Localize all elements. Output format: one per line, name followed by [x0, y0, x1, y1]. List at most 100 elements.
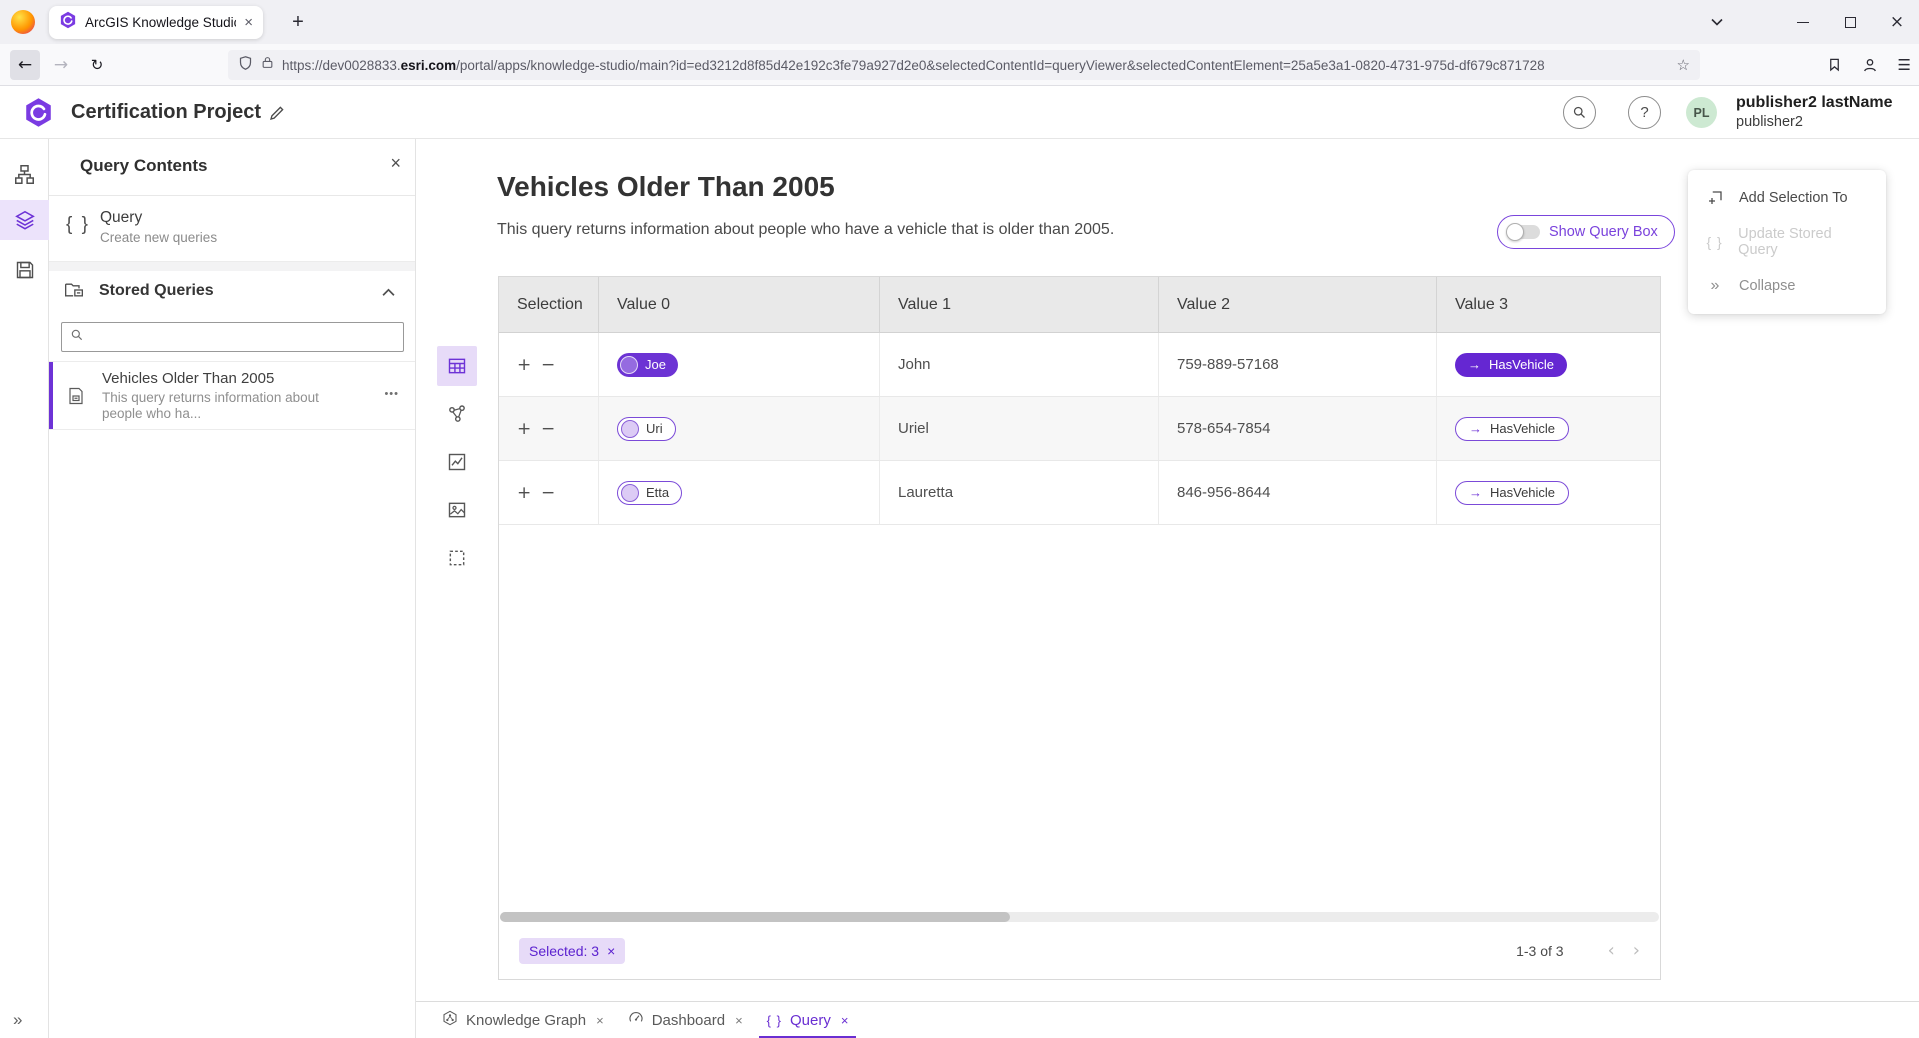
tab-close-icon[interactable]: × [244, 15, 253, 30]
braces-icon: { } [1704, 234, 1725, 250]
browser-tab[interactable]: ArcGIS Knowledge Studio × [49, 6, 263, 39]
account-icon[interactable] [1862, 57, 1878, 73]
table-footer: Selected: 3 × 1-3 of 3 ‹ › [499, 922, 1660, 979]
remove-from-selection-icon[interactable]: − [541, 355, 565, 375]
bookmark-star-icon[interactable]: ☆ [1677, 56, 1690, 74]
relationship-pill[interactable]: →HasVehicle [1455, 417, 1569, 441]
project-title: Certification Project [71, 86, 261, 139]
tab-close-icon[interactable]: × [841, 1013, 849, 1028]
toggle-switch[interactable] [1506, 224, 1540, 240]
panel-close-icon[interactable]: × [390, 153, 401, 174]
arcgis-knowledge-logo [23, 97, 54, 128]
tab-label: Knowledge Graph [466, 1012, 586, 1029]
window-maximize-button[interactable] [1833, 0, 1867, 44]
stored-query-doc-icon [67, 387, 85, 410]
expand-rail-icon[interactable]: » [13, 1010, 22, 1030]
tab-label: Query [790, 1012, 831, 1029]
pocket-icon[interactable] [1827, 57, 1842, 73]
stored-queries-search[interactable] [61, 322, 404, 352]
add-to-selection-icon[interactable]: + [517, 483, 541, 503]
menu-item-label: Update Stored Query [1738, 226, 1870, 258]
forward-button[interactable]: → [46, 50, 76, 80]
link-chart-view-icon[interactable] [437, 394, 477, 434]
user-name: publisher2 lastName [1736, 93, 1893, 113]
contents-layers-icon[interactable] [0, 200, 49, 240]
folder-icon [63, 280, 85, 305]
add-to-selection-icon[interactable]: + [517, 419, 541, 439]
table-empty-area [499, 525, 1660, 912]
query-item[interactable]: { } Query Create new queries [49, 196, 415, 262]
pagination-range: 1-3 of 3 [1516, 943, 1563, 959]
panel-divider [49, 262, 415, 271]
tab-dashboard[interactable]: Dashboard × [616, 1002, 755, 1038]
selected-count-chip[interactable]: Selected: 3 × [519, 938, 625, 964]
help-button[interactable]: ? [1628, 96, 1661, 129]
save-icon[interactable] [0, 250, 49, 290]
menu-item-collapse[interactable]: » Collapse [1688, 264, 1886, 308]
panel-header: Query Contents × [49, 139, 415, 196]
result-description: This query returns information about peo… [497, 221, 1114, 239]
entity-pill[interactable]: Uri [617, 417, 676, 441]
previous-page-icon[interactable]: ‹ [1608, 940, 1615, 961]
tab-query[interactable]: { } Query × [755, 1002, 861, 1038]
next-page-icon[interactable]: › [1633, 940, 1640, 961]
table-cell: 759-889-57168 [1159, 333, 1437, 396]
list-tabs-icon[interactable] [1700, 0, 1734, 44]
window-close-button[interactable]: × [1880, 0, 1914, 44]
remove-from-selection-icon[interactable]: − [541, 419, 565, 439]
selected-count-label: Selected: 3 [529, 943, 599, 959]
entity-pill[interactable]: Etta [617, 481, 682, 505]
query-contents-panel: Query Contents × { } Query Create new qu… [49, 139, 416, 1038]
menu-item-add-selection-to[interactable]: Add Selection To [1688, 176, 1886, 220]
entity-pill[interactable]: Joe [617, 353, 678, 377]
stored-query-title: Vehicles Older Than 2005 [102, 370, 274, 387]
url-bar[interactable]: https://dev0028833.esri.com/portal/apps/… [228, 50, 1700, 80]
add-to-selection-icon[interactable]: + [517, 355, 541, 375]
selection-tool-icon[interactable] [437, 538, 477, 578]
map-view-icon[interactable] [437, 490, 477, 530]
tab-knowledge-graph[interactable]: Knowledge Graph × [430, 1002, 616, 1038]
table-cell: Uriel [880, 397, 1159, 460]
user-avatar[interactable]: PL [1686, 97, 1717, 128]
window-minimize-button[interactable] [1786, 0, 1820, 44]
column-header: Value 0 [599, 277, 880, 332]
lock-icon[interactable] [261, 55, 274, 75]
reload-button[interactable]: ↻ [82, 50, 112, 80]
search-button[interactable] [1563, 96, 1596, 129]
tab-close-icon[interactable]: × [596, 1013, 604, 1028]
panel-title: Query Contents [80, 156, 208, 176]
arrow-right-icon: → [1468, 357, 1481, 372]
data-model-icon[interactable] [0, 154, 49, 194]
horizontal-scrollbar[interactable] [500, 912, 1659, 922]
shield-icon[interactable] [238, 55, 253, 76]
remove-from-selection-icon[interactable]: − [541, 483, 565, 503]
back-button[interactable]: ← [10, 50, 40, 80]
relationship-pill[interactable]: →HasVehicle [1455, 481, 1569, 505]
chart-view-icon[interactable] [437, 442, 477, 482]
stored-query-description: This query returns information about peo… [102, 390, 354, 422]
table-cell: Lauretta [880, 461, 1159, 524]
table-view-icon[interactable] [437, 346, 477, 386]
item-options-icon[interactable]: ••• [384, 388, 399, 400]
view-tab-bar: Knowledge Graph × Dashboard × { } Query … [416, 1001, 1919, 1038]
menu-icon[interactable]: ☰ [1898, 56, 1911, 74]
edit-title-pencil-icon[interactable] [264, 100, 290, 126]
scrollbar-thumb[interactable] [500, 912, 1010, 922]
stored-queries-header[interactable]: Stored Queries [49, 271, 415, 312]
tab-close-icon[interactable]: × [735, 1013, 743, 1028]
view-toolbar [437, 346, 477, 586]
query-results-table: Selection Value 0 Value 1 Value 2 Value … [498, 276, 1661, 980]
stored-query-item[interactable]: Vehicles Older Than 2005 This query retu… [49, 361, 415, 430]
arrow-right-icon: → [1469, 421, 1482, 436]
arrow-right-icon: → [1469, 485, 1482, 500]
firefox-icon[interactable] [11, 10, 35, 34]
entity-node-icon [621, 484, 639, 502]
search-input[interactable] [90, 330, 395, 345]
relationship-pill[interactable]: →HasVehicle [1455, 353, 1567, 377]
show-query-box-toggle[interactable]: Show Query Box [1497, 215, 1675, 249]
new-tab-button[interactable]: + [283, 8, 313, 38]
clear-selection-icon[interactable]: × [607, 943, 615, 959]
user-info[interactable]: publisher2 lastName publisher2 [1736, 93, 1893, 131]
chevron-up-icon[interactable] [382, 284, 395, 302]
show-query-box-label: Show Query Box [1549, 224, 1658, 240]
